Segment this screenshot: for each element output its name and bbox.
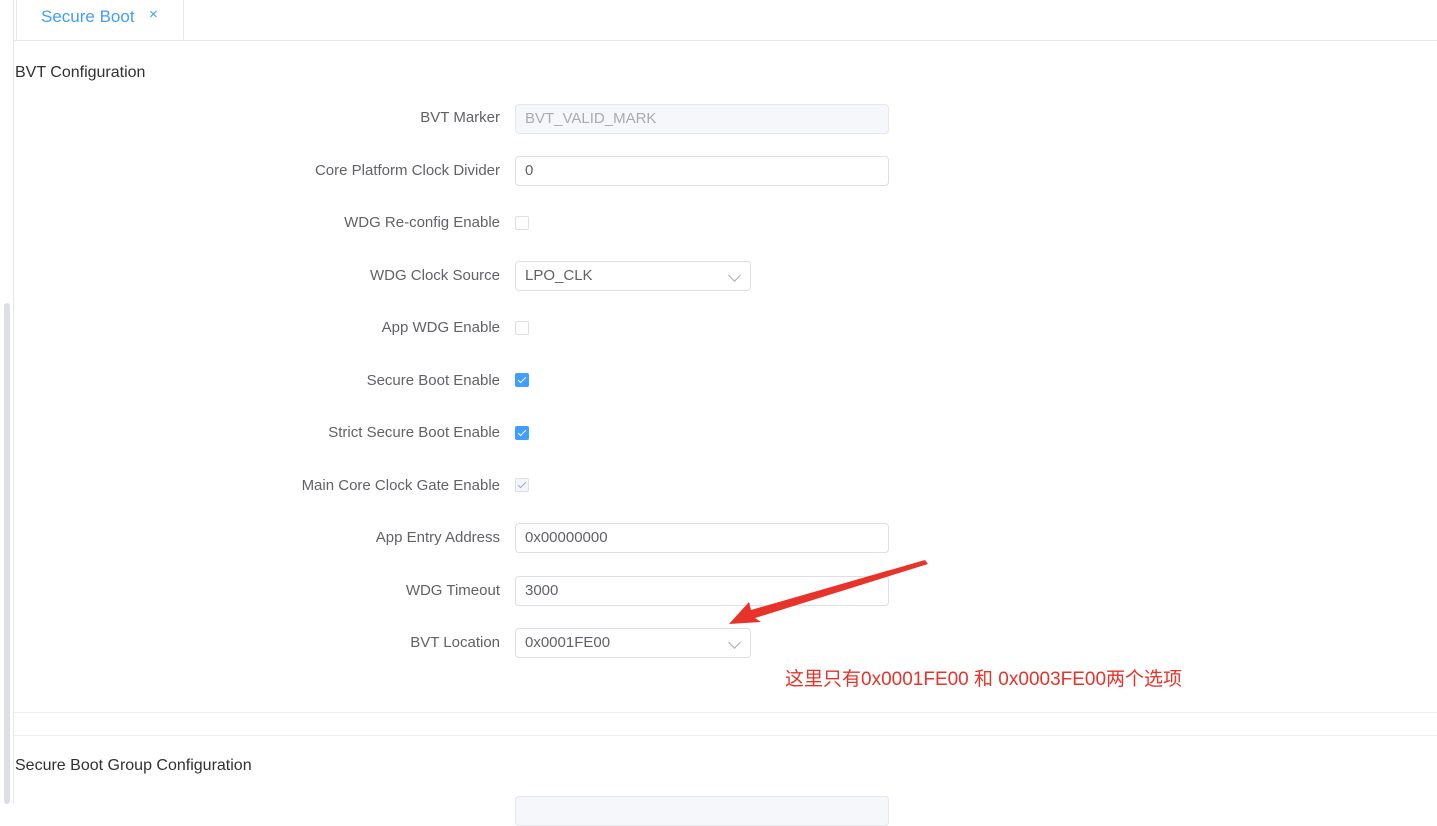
left-scrollbar-track[interactable] (0, 0, 14, 804)
group-first-input[interactable] (515, 796, 889, 826)
bvt-location-value: 0x0001FE00 (525, 634, 611, 651)
check-icon (517, 427, 527, 437)
wdg-clock-source-label: WDG Clock Source (369, 267, 500, 284)
secure-boot-group-configuration-title: Secure Boot Group Configuration (15, 757, 252, 774)
wdg-reconfig-enable-label: WDG Re-config Enable (344, 214, 500, 231)
app-wdg-enable-label: App WDG Enable (381, 319, 500, 336)
bvt-location-label: BVT Location (410, 634, 500, 651)
app-entry-address-input[interactable]: 0x00000000 (515, 523, 889, 553)
strict-secure-boot-enable-label: Strict Secure Boot Enable (328, 424, 500, 441)
wdg-clock-source-value: LPO_CLK (525, 267, 593, 284)
app-entry-address-label: App Entry Address (375, 529, 500, 546)
tab-secure-boot-label: Secure Boot (41, 7, 135, 26)
bvt-configuration-title: BVT Configuration (15, 64, 146, 81)
chevron-down-icon (728, 636, 741, 649)
annotation-arrow-icon (729, 560, 928, 624)
app-wdg-enable-checkbox[interactable] (515, 321, 529, 335)
wdg-reconfig-enable-checkbox[interactable] (515, 216, 529, 230)
section-divider (14, 712, 1437, 713)
wdg-clock-source-select[interactable]: LPO_CLK (515, 261, 751, 291)
bvt-location-select[interactable]: 0x0001FE00 (515, 628, 751, 658)
strict-secure-boot-enable-checkbox[interactable] (515, 426, 529, 440)
chevron-down-icon (728, 269, 741, 282)
section-divider (14, 735, 1437, 736)
check-icon (517, 479, 527, 489)
main-core-clock-gate-enable-checkbox (515, 478, 529, 492)
core-platform-clock-divider-input[interactable]: 0 (515, 156, 889, 186)
wdg-timeout-label: WDG Timeout (405, 582, 500, 599)
bvt-marker-label: BVT Marker (420, 109, 500, 126)
annotation-text: 这里只有0x0001FE00 和 0x0003FE00两个选项 (785, 669, 1183, 690)
left-scrollbar-thumb[interactable] (4, 303, 10, 804)
secure-boot-enable-checkbox[interactable] (515, 373, 529, 387)
check-icon (517, 374, 527, 384)
tab-secure-boot[interactable]: Secure Boot × (16, 0, 184, 40)
bvt-marker-input[interactable]: BVT_VALID_MARK (515, 104, 889, 134)
secure-boot-enable-label: Secure Boot Enable (366, 372, 500, 389)
tab-bar: Secure Boot × (14, 0, 1437, 41)
core-platform-clock-divider-label: Core Platform Clock Divider (314, 162, 500, 179)
close-icon[interactable]: × (149, 6, 158, 23)
main-core-clock-gate-enable-label: Main Core Clock Gate Enable (301, 477, 500, 494)
